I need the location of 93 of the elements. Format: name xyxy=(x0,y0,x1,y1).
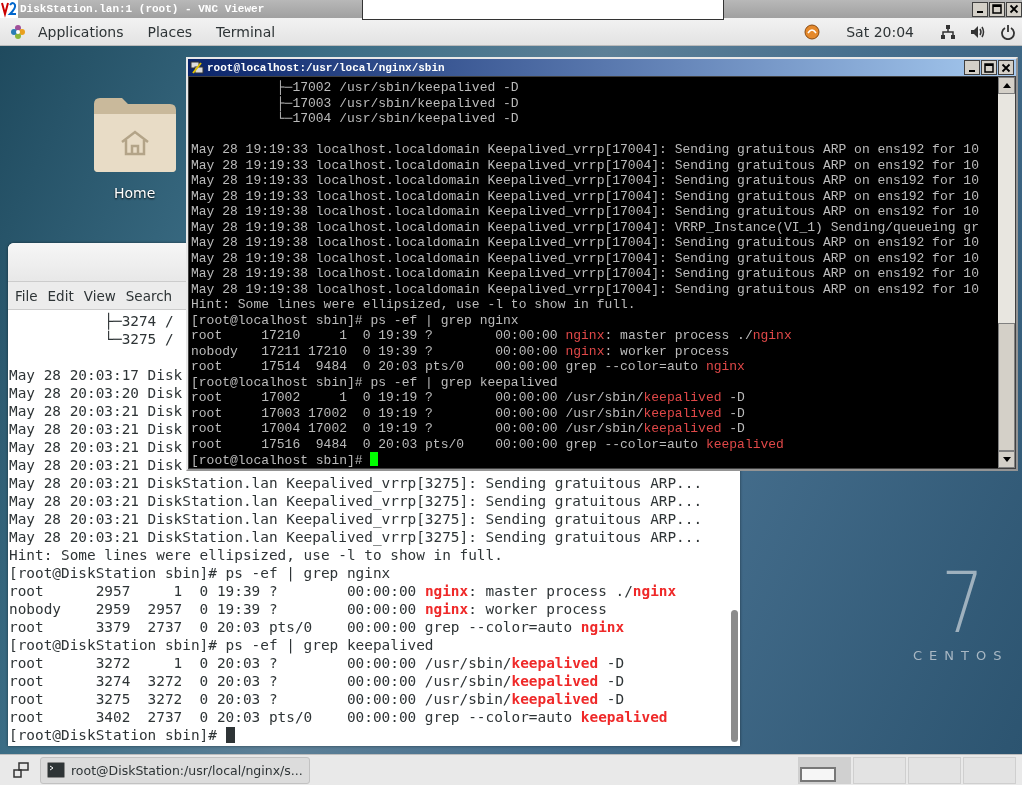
terminal-line: root 17002 1 0 19:19 ? 00:00:00 /usr/sbin/keepalived -D xyxy=(191,390,745,406)
close-button[interactable] xyxy=(1006,1,1022,17)
terminal-line: May 28 20:03:20 Disk xyxy=(9,384,183,402)
workspace-thumbnail[interactable] xyxy=(853,756,906,784)
window-title: DiskStation.lan:1 (root) - VNC Viewer xyxy=(20,3,265,15)
terminal-line: root 3402 2737 0 20:03 pts/0 00:00:00 grep --color=auto keepalived xyxy=(9,708,668,726)
terminal-line: May 28 20:03:21 Disk xyxy=(9,402,183,420)
wallpaper-brand: CENTOS xyxy=(913,648,1009,663)
minimize-button[interactable] xyxy=(964,60,980,75)
workspace-thumbnail[interactable] xyxy=(908,756,961,784)
network-icon[interactable] xyxy=(940,23,956,40)
menu-item[interactable]: File xyxy=(10,287,43,304)
maximize-button[interactable] xyxy=(981,60,997,75)
terminal-line: May 28 20:03:17 Disk xyxy=(9,366,183,384)
terminal-line: May 28 20:03:21 Disk xyxy=(9,438,183,456)
terminal-line: May 28 19:19:38 localhost.localdomain Keepalived_vrrp[17004]: Sending gratuitous ARP on ens192 for 10 xyxy=(191,235,979,251)
terminal-line: root 3379 2737 0 20:03 pts/0 00:00:00 grep --color=auto nginx xyxy=(9,618,625,636)
terminal-line: ├─17002 /usr/sbin/keepalived -D xyxy=(275,80,519,95)
minimize-button[interactable] xyxy=(972,1,988,17)
close-icon xyxy=(1009,4,1019,14)
terminal-line: May 28 20:03:21 DiskStation.lan Keepalived_vrrp[3275]: Sending gratuitous ARP... xyxy=(9,528,703,546)
terminal-line: nobody 2959 2957 0 19:39 ? 00:00:00 nginx: worker process xyxy=(9,600,607,618)
workspace-thumbnail[interactable] xyxy=(963,756,1016,784)
wallpaper-version: 7 xyxy=(941,561,985,645)
menu-item[interactable]: View xyxy=(78,287,121,304)
terminal-line: May 28 20:03:21 DiskStation.lan Keepalived_vrrp[3275]: Sending gratuitous ARP... xyxy=(9,492,703,510)
maximize-icon xyxy=(992,4,1002,14)
terminal-line: root 2957 1 0 19:39 ? 00:00:00 nginx: master process ./nginx xyxy=(9,582,677,600)
terminal-line: May 28 20:03:21 DiskStation.lan Keepalived_vrrp[3275]: Sending gratuitous ARP... xyxy=(9,474,703,492)
terminal-line: ├─17003 /usr/sbin/keepalived -D xyxy=(275,95,519,111)
maximize-button[interactable] xyxy=(989,1,1005,17)
terminal-line: [root@localhost sbin]# ps -ef | grep keepalived xyxy=(191,374,558,390)
terminal-line: May 28 19:19:33 localhost.localdomain Keepalived_vrrp[17004]: Sending gratuitous ARP on ens192 for 10 xyxy=(191,173,979,189)
terminal-line: └─17004 /usr/sbin/keepalived -D xyxy=(275,111,519,127)
terminal-line: Hint: Some lines were ellipsized, use -l to show in full. xyxy=(191,297,636,313)
maximize-icon xyxy=(984,62,994,73)
down-arrow-icon xyxy=(1002,457,1011,462)
cursor xyxy=(225,727,235,743)
terminal-line: root 3274 3272 0 20:03 ? 00:00:00 /usr/sbin/keepalived -D xyxy=(9,672,625,690)
top-bar-menu[interactable]: Applications xyxy=(26,23,136,40)
up-arrow-icon xyxy=(1002,83,1011,88)
scroll-up-button[interactable] xyxy=(998,77,1015,94)
terminal-line: May 28 19:19:33 localhost.localdomain Keepalived_vrrp[17004]: Sending gratuitous ARP on ens192 for 10 xyxy=(191,157,979,173)
power-icon[interactable] xyxy=(1000,23,1016,40)
terminal-line: root 17003 17002 0 19:19 ? 00:00:00 /usr/sbin/keepalived -D xyxy=(191,405,745,421)
scrollbar-thumb[interactable] xyxy=(731,610,738,742)
terminal-prompt: [root@DiskStation sbin]# xyxy=(9,726,235,744)
scroll-down-button[interactable] xyxy=(998,451,1015,468)
terminal-line: May 28 19:19:38 localhost.localdomain Keepalived_vrrp[17004]: Sending gratuitous ARP on ens192 for 10 xyxy=(191,281,979,297)
terminal-line: root 3272 1 0 20:03 ? 00:00:00 /usr/sbin/keepalived -D xyxy=(9,654,625,672)
clock[interactable]: Sat 20:04 xyxy=(834,23,926,40)
minimize-icon xyxy=(968,69,976,72)
terminal-line: May 28 19:19:38 localhost.localdomain Keepalived_vrrp[17004]: VRRP_Instance(VI_1) Sending/queueing gr xyxy=(191,219,979,235)
terminal-line: └─3275 / xyxy=(103,330,174,348)
home-folder-icon[interactable] xyxy=(92,96,178,174)
terminal-line: [root@localhost sbin]# ps -ef | grep nginx xyxy=(191,312,519,328)
desktop-icon-label[interactable]: Home xyxy=(114,185,156,201)
close-button[interactable] xyxy=(998,60,1014,75)
terminal-line: May 28 19:19:38 localhost.localdomain Keepalived_vrrp[17004]: Sending gratuitous ARP on ens192 for 10 xyxy=(191,250,979,266)
terminal-line: May 28 19:19:38 localhost.localdomain Keepalived_vrrp[17004]: Sending gratuitous ARP on ens192 for 10 xyxy=(191,266,979,282)
terminal-line: ├─3274 / xyxy=(103,312,174,330)
menu-item[interactable]: Search xyxy=(120,287,178,304)
terminal-line: May 28 20:03:21 DiskStation.lan Keepalived_vrrp[3275]: Sending gratuitous ARP... xyxy=(9,510,703,528)
top-bar-menu[interactable]: Places xyxy=(135,23,205,40)
workspace-thumbnail[interactable] xyxy=(798,756,851,784)
scrollbar-thumb[interactable] xyxy=(998,323,1015,451)
top-bar-menu[interactable]: Terminal xyxy=(204,23,288,40)
terminal-line: May 28 19:19:33 localhost.localdomain Keepalived_vrrp[17004]: Sending gratuitous ARP on ens192 for 10 xyxy=(191,142,979,158)
terminal-line: May 28 19:19:38 localhost.localdomain Keepalived_vrrp[17004]: Sending gratuitous ARP on ens192 for 10 xyxy=(191,204,979,220)
terminal-line: Hint: Some lines were ellipsized, use -l to show in full. xyxy=(9,546,503,564)
terminal-line: root 17210 1 0 19:39 ? 00:00:00 nginx: master process ./nginx xyxy=(191,328,792,344)
window-title: root@localhost:/usr/local/nginx/sbin xyxy=(207,61,445,74)
terminal-line: root 17004 17002 0 19:19 ? 00:00:00 /usr/sbin/keepalived -D xyxy=(191,421,745,437)
menu-item[interactable]: Edit xyxy=(42,287,79,304)
terminal-line: May 28 19:19:33 localhost.localdomain Keepalived_vrrp[17004]: Sending gratuitous ARP on ens192 for 10 xyxy=(191,188,979,204)
terminal-icon xyxy=(47,762,65,778)
terminal-line: May 28 20:03:21 Disk xyxy=(9,456,183,474)
terminal-line: root 17516 9484 0 20:03 pts/0 00:00:00 grep --color=auto keepalived xyxy=(191,436,784,452)
terminal-prompt: [root@localhost sbin]# xyxy=(191,452,379,468)
terminal-line: root 3275 3272 0 20:03 ? 00:00:00 /usr/sbin/keepalived -D xyxy=(9,690,625,708)
vnc-toolbar-handle[interactable] xyxy=(362,0,724,20)
terminal-line: root 17514 9484 0 20:03 pts/0 00:00:00 grep --color=auto nginx xyxy=(191,359,745,375)
taskbar-button[interactable]: root@DiskStation:/usr/local/nginx/s... xyxy=(40,756,310,784)
vnc-logo-icon xyxy=(0,0,18,18)
minimize-icon xyxy=(976,11,984,13)
terminal-line: [root@DiskStation sbin]# ps -ef | grep nginx xyxy=(9,564,391,582)
close-icon xyxy=(1001,62,1011,73)
applications-icon xyxy=(10,23,26,40)
terminal-line: [root@DiskStation sbin]# ps -ef | grep keepalived xyxy=(9,636,434,654)
cursor xyxy=(370,452,379,466)
terminal-line: May 28 20:03:21 Disk xyxy=(9,420,183,438)
terminal-line: nobody 17211 17210 0 19:39 ? 00:00:00 nginx: worker process xyxy=(191,343,730,359)
putty-icon xyxy=(190,60,204,75)
